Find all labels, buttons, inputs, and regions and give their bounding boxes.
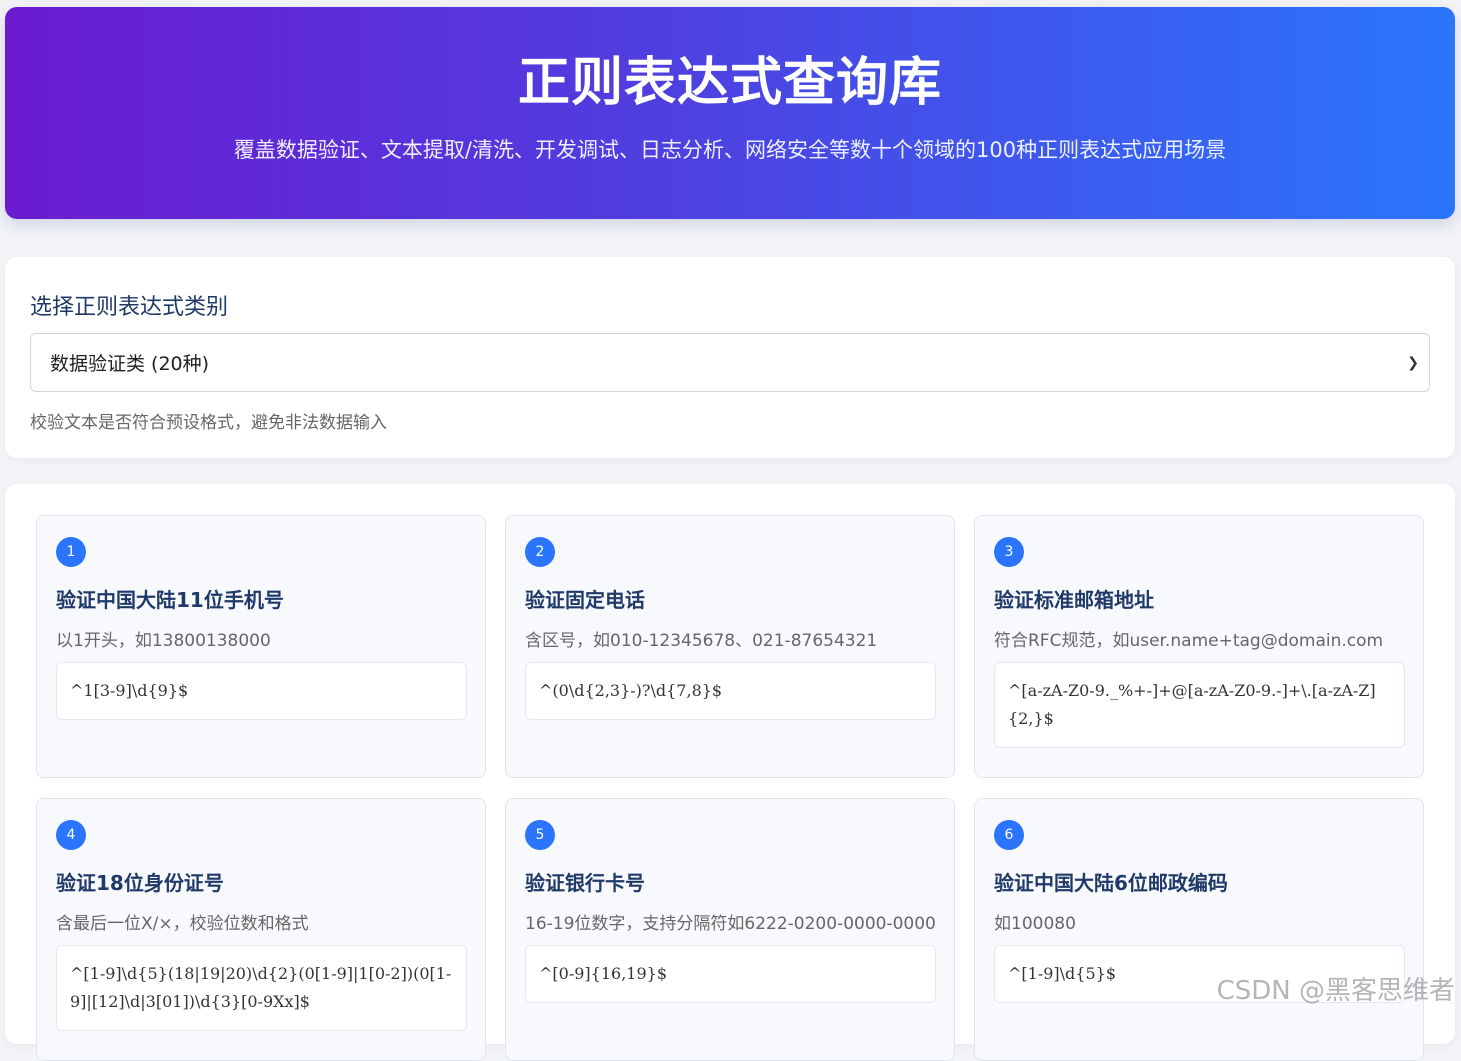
card-description: 如100080 xyxy=(994,909,1414,934)
card-title: 验证银行卡号 xyxy=(525,867,645,896)
regex-code[interactable]: ^[1-9]\d{5}(18|19|20)\d{2}(0[1-9]|1[0-2]… xyxy=(56,945,467,1031)
category-description: 校验文本是否符合预设格式，避免非法数据输入 xyxy=(30,408,387,433)
card-number-badge: 1 xyxy=(56,537,86,567)
category-select[interactable]: 数据验证类 (20种) ❯ xyxy=(30,333,1430,392)
card-description: 含区号，如010-12345678、021-87654321 xyxy=(525,626,945,651)
card-number-badge: 5 xyxy=(525,820,555,850)
card-description: 以1开头，如13800138000 xyxy=(56,626,476,651)
regex-card[interactable]: 5 验证银行卡号 16-19位数字，支持分隔符如6222-0200-0000-0… xyxy=(505,798,955,1061)
card-title: 验证中国大陆11位手机号 xyxy=(56,584,284,613)
card-number-badge: 6 xyxy=(994,820,1024,850)
page-subtitle: 覆盖数据验证、文本提取/清洗、开发调试、日志分析、网络安全等数十个领域的100种… xyxy=(225,133,1235,168)
card-title: 验证固定电话 xyxy=(525,584,645,613)
regex-code[interactable]: ^[a-zA-Z0-9._%+-]+@[a-zA-Z0-9.-]+\.[a-zA… xyxy=(994,662,1405,748)
regex-card[interactable]: 4 验证18位身份证号 含最后一位X/×，校验位数和格式 ^[1-9]\d{5}… xyxy=(36,798,486,1061)
regex-card[interactable]: 1 验证中国大陆11位手机号 以1开头，如13800138000 ^1[3-9]… xyxy=(36,515,486,778)
page-title: 正则表达式查询库 xyxy=(5,53,1455,113)
card-number-badge: 3 xyxy=(994,537,1024,567)
regex-code[interactable]: ^1[3-9]\d{9}$ xyxy=(56,662,467,720)
card-description: 含最后一位X/×，校验位数和格式 xyxy=(56,909,476,934)
card-description: 符合RFC规范，如user.name+tag@domain.com xyxy=(994,626,1414,651)
regex-card[interactable]: 2 验证固定电话 含区号，如010-12345678、021-87654321 … xyxy=(505,515,955,778)
card-description: 16-19位数字，支持分隔符如6222-0200-0000-0000 xyxy=(525,909,945,934)
page-header: 正则表达式查询库 覆盖数据验证、文本提取/清洗、开发调试、日志分析、网络安全等数… xyxy=(5,7,1455,219)
category-label: 选择正则表达式类别 xyxy=(30,289,228,321)
card-title: 验证18位身份证号 xyxy=(56,867,224,896)
card-number-badge: 2 xyxy=(525,537,555,567)
category-panel: 选择正则表达式类别 数据验证类 (20种) ❯ 校验文本是否符合预设格式，避免非… xyxy=(5,257,1455,458)
regex-code[interactable]: ^(0\d{2,3}-)?\d{7,8}$ xyxy=(525,662,936,720)
chevron-down-icon: ❯ xyxy=(1407,355,1419,371)
card-title: 验证中国大陆6位邮政编码 xyxy=(994,867,1228,896)
watermark: CSDN @黑客思维者 xyxy=(1217,970,1455,1007)
regex-code[interactable]: ^[0-9]{16,19}$ xyxy=(525,945,936,1003)
card-number-badge: 4 xyxy=(56,820,86,850)
regex-card[interactable]: 6 验证中国大陆6位邮政编码 如100080 ^[1-9]\d{5}$ xyxy=(974,798,1424,1061)
regex-grid: 1 验证中国大陆11位手机号 以1开头，如13800138000 ^1[3-9]… xyxy=(5,484,1455,1044)
category-select-value: 数据验证类 (20种) xyxy=(50,349,209,376)
card-title: 验证标准邮箱地址 xyxy=(994,584,1154,613)
regex-card[interactable]: 3 验证标准邮箱地址 符合RFC规范，如user.name+tag@domain… xyxy=(974,515,1424,778)
